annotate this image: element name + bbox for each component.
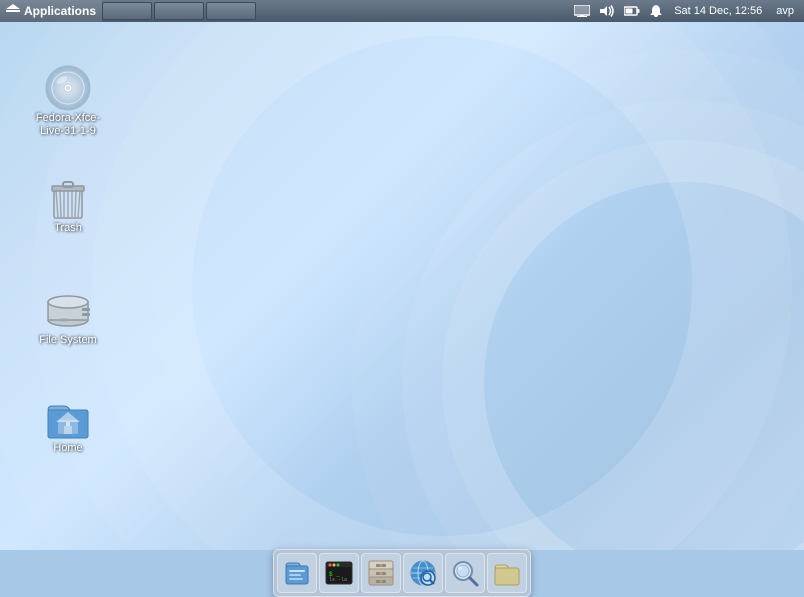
panel-windows <box>102 2 256 20</box>
app-menu-label: Applications <box>24 4 96 18</box>
trash-label: Trash <box>54 222 82 235</box>
desktop-icon-home[interactable]: Home <box>28 390 108 459</box>
taskbar: $ _ ls -la <box>0 550 804 596</box>
volume-indicator[interactable] <box>596 0 618 22</box>
desktop-icon-disc[interactable]: Fedora-Xfce-Live-31-1-9 <box>28 60 108 142</box>
window-btn-1[interactable] <box>102 2 152 20</box>
dock-files[interactable] <box>277 553 317 593</box>
username: avp <box>770 5 800 17</box>
desktop-icon-trash[interactable]: Trash <box>28 170 108 239</box>
dock-folder[interactable] <box>487 553 527 593</box>
svg-text:ls -la: ls -la <box>329 577 347 583</box>
clock: Sat 14 Dec, 12:56 <box>668 5 768 17</box>
window-btn-3[interactable] <box>206 2 256 20</box>
desktop-icon-filesystem[interactable]: File System <box>28 282 108 351</box>
filesystem-label: File System <box>39 334 96 347</box>
dock-search[interactable] <box>445 553 485 593</box>
disc-label: Fedora-Xfce-Live-31-1-9 <box>32 112 104 138</box>
panel-indicators: Sat 14 Dec, 12:56 avp <box>570 0 804 22</box>
desktop: Fedora-Xfce-Live-31-1-9 Trash <box>0 22 804 550</box>
battery-indicator[interactable] <box>620 0 644 22</box>
display-indicator[interactable] <box>570 0 594 22</box>
home-label: Home <box>53 442 82 455</box>
dock-terminal[interactable]: $ _ ls -la <box>319 553 359 593</box>
window-btn-2[interactable] <box>154 2 204 20</box>
notification-indicator[interactable] <box>646 0 666 22</box>
top-panel: Applications <box>0 0 804 22</box>
dock-filemanager[interactable] <box>361 553 401 593</box>
dock: $ _ ls -la <box>273 549 531 597</box>
dock-browser[interactable] <box>403 553 443 593</box>
app-menu[interactable]: Applications <box>0 0 102 22</box>
